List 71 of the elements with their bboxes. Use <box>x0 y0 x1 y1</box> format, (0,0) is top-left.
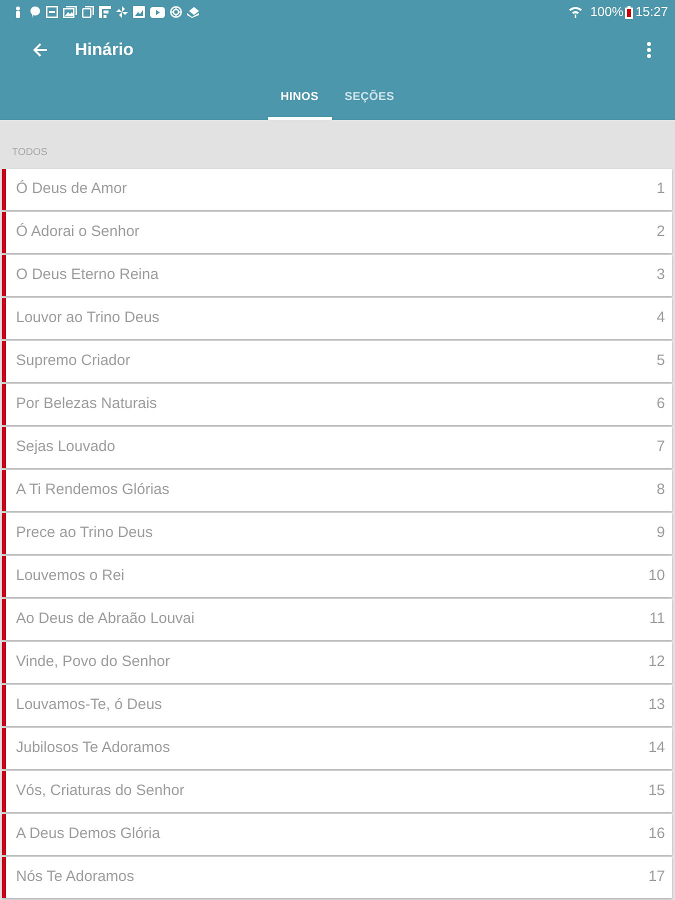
hymn-number: 8 <box>656 480 665 500</box>
battery-percent: 100% <box>590 4 624 20</box>
hymn-row[interactable]: Vós, Criaturas do Senhor 15 <box>2 771 672 812</box>
hymn-number: 11 <box>649 609 665 630</box>
tab[interactable]: SEÇÕES <box>332 76 408 120</box>
copy-icon <box>82 6 94 18</box>
app-icon <box>99 6 111 18</box>
hymn-number: 2 <box>656 222 665 242</box>
hymn-number: 5 <box>656 351 665 372</box>
hymn-row[interactable]: Ó Adorai o Senhor 2 <box>2 212 672 253</box>
hymn-row[interactable]: Louvamos-Te, ó Deus 13 <box>2 685 672 726</box>
hymn-number: 9 <box>656 523 665 544</box>
hymn-title: Nós Te Adoramos <box>16 867 134 888</box>
hymn-title: A Deus Demos Glória <box>16 824 160 844</box>
hymn-title: Ao Deus de Abraão Louvai <box>16 609 194 630</box>
hymn-row[interactable]: Nós Te Adoramos 17 <box>2 857 672 898</box>
wifi-icon <box>569 6 582 18</box>
hymn-number: 10 <box>648 566 665 586</box>
hymn-title: Ó Deus de Amor <box>16 179 127 200</box>
hymn-title: Vós, Criaturas do Senhor <box>16 781 184 802</box>
hymn-number: 17 <box>648 867 665 888</box>
hymn-row[interactable]: Jubilosos Te Adoramos 14 <box>2 728 672 769</box>
hymn-title: Ó Adorai o Senhor <box>16 222 140 242</box>
hymn-row[interactable]: O Deus Eterno Reina 3 <box>2 255 672 296</box>
hymn-row[interactable]: A Ti Rendemos Glórias 8 <box>2 470 672 511</box>
speech-bubble-icon <box>29 6 41 18</box>
hymn-number: 7 <box>656 437 665 458</box>
hymn-row[interactable]: A Deus Demos Glória 16 <box>2 814 672 855</box>
hymn-row[interactable]: Por Belezas Naturais 6 <box>2 384 672 425</box>
hymn-number: 13 <box>648 695 665 716</box>
hymn-title: Louvor ao Trino Deus <box>16 308 160 328</box>
picture-icon <box>133 6 145 18</box>
hymn-number: 3 <box>656 265 665 286</box>
section-header: TODOS <box>12 147 48 159</box>
battery-icon <box>625 6 634 18</box>
hymn-number: 4 <box>656 308 665 328</box>
hymn-row[interactable]: Supremo Criador 5 <box>2 341 672 382</box>
hymn-number: 14 <box>648 738 665 758</box>
hymn-number: 12 <box>648 652 665 672</box>
hymn-title: Por Belezas Naturais <box>16 394 157 414</box>
toolbar-title: Hinário <box>75 39 134 62</box>
hymn-number: 6 <box>656 394 665 414</box>
stack-icon <box>187 6 199 18</box>
hymn-row[interactable]: Prece ao Trino Deus 9 <box>2 513 672 554</box>
hymn-row[interactable]: Vinde, Povo do Senhor 12 <box>2 642 672 683</box>
more-icon <box>647 42 651 58</box>
hymn-title: Louvemos o Rei <box>16 566 124 586</box>
hymn-title: Sejas Louvado <box>16 437 116 458</box>
hymn-title: Prece ao Trino Deus <box>16 523 153 544</box>
back-arrow-icon <box>32 42 48 58</box>
hymn-title: Louvamos-Te, ó Deus <box>16 695 162 716</box>
hymn-title: Supremo Criador <box>16 351 130 372</box>
hymn-row[interactable]: Louvor ao Trino Deus 4 <box>2 298 672 339</box>
tab[interactable]: HINOS <box>268 76 332 120</box>
hymn-title: Vinde, Povo do Senhor <box>16 652 170 672</box>
play-button-icon <box>150 6 165 18</box>
hymn-row[interactable]: Ao Deus de Abraão Louvai 11 <box>2 599 672 640</box>
square-icon <box>46 6 58 18</box>
clock-time: 15:27 <box>635 4 668 20</box>
hymn-title: O Deus Eterno Reina <box>16 265 159 286</box>
hymn-number: 15 <box>648 781 665 802</box>
hymn-number: 16 <box>648 824 665 844</box>
hymn-row[interactable]: Ó Deus de Amor 1 <box>2 169 672 210</box>
aperture-icon <box>170 6 182 18</box>
hymn-title: A Ti Rendemos Glórias <box>16 480 170 500</box>
hymn-row[interactable]: Sejas Louvado 7 <box>2 427 672 468</box>
pinwheel-icon <box>116 6 128 18</box>
hymn-number: 1 <box>656 179 665 200</box>
hymn-title: Jubilosos Te Adoramos <box>16 738 170 758</box>
hymn-row[interactable]: Louvemos o Rei 10 <box>2 556 672 597</box>
photos-icon <box>63 6 77 18</box>
